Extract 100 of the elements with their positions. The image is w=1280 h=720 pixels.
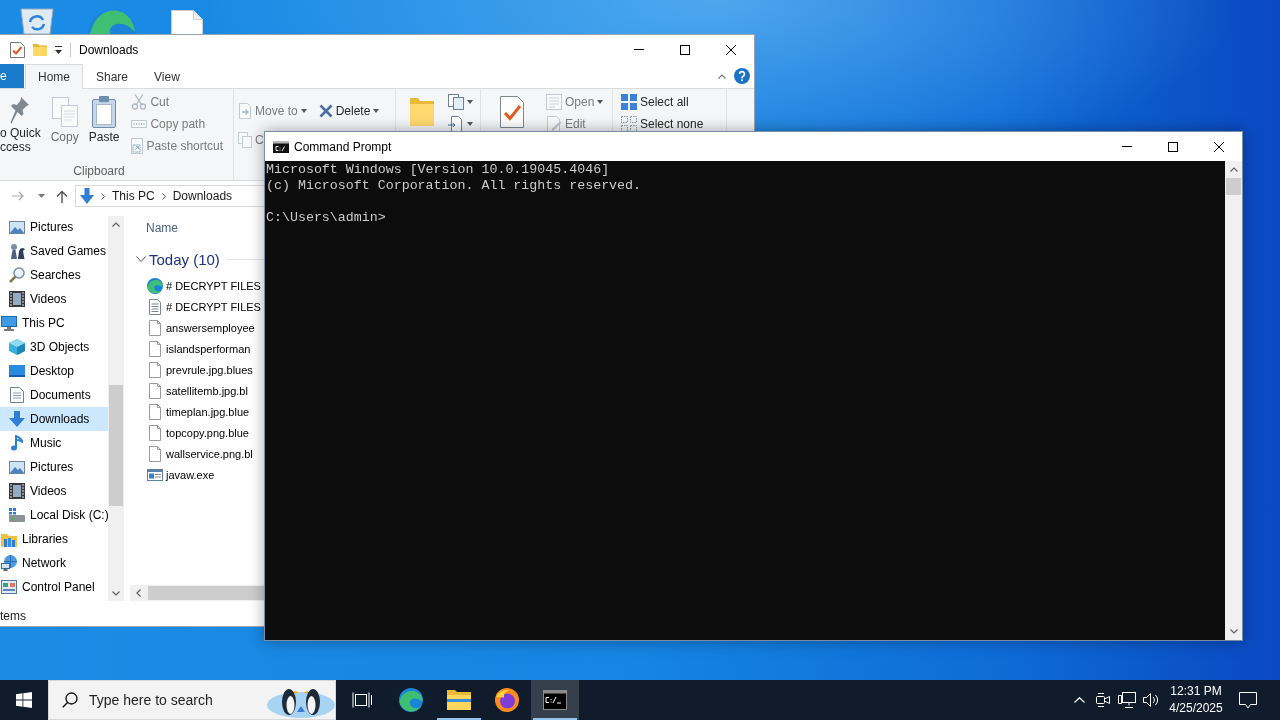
close-icon bbox=[1214, 141, 1224, 152]
music-note-icon bbox=[11, 435, 23, 451]
nav-item[interactable]: This PC bbox=[0, 311, 108, 335]
select-none-button[interactable]: Select none bbox=[619, 116, 706, 132]
up-arrow-icon[interactable] bbox=[56, 189, 68, 203]
picture-icon bbox=[9, 220, 25, 234]
scroll-thumb[interactable] bbox=[109, 385, 123, 506]
nav-item[interactable]: Saved Games bbox=[0, 239, 108, 263]
search-bar[interactable]: Type here to search bbox=[48, 680, 336, 720]
network-icon[interactable] bbox=[1118, 692, 1136, 708]
cube-icon bbox=[9, 339, 25, 355]
flame-logo-icon bbox=[495, 688, 519, 712]
game-pieces-icon bbox=[9, 243, 25, 259]
scroll-down-icon[interactable] bbox=[1229, 629, 1238, 634]
blank-page-icon bbox=[149, 424, 161, 441]
pin-button[interactable]: o Quick ccess bbox=[0, 96, 41, 154]
documents-icon bbox=[50, 96, 79, 128]
select-all-button[interactable]: Select all bbox=[619, 94, 706, 110]
nav-item[interactable]: 3D Objects bbox=[0, 335, 108, 359]
time-text: 12:31 PM bbox=[1170, 683, 1222, 700]
taskbar-button[interactable] bbox=[531, 680, 579, 720]
blank-page-icon bbox=[149, 319, 161, 336]
control-panel-icon bbox=[1, 580, 17, 594]
scroll-up-icon[interactable] bbox=[112, 221, 120, 227]
file-item[interactable]: javaw.exe bbox=[124, 464, 264, 485]
file-item[interactable]: topcopy.png.blue bbox=[124, 422, 264, 443]
dotted-bar-icon bbox=[131, 120, 148, 128]
blank-page-icon bbox=[149, 445, 161, 462]
checklist-icon[interactable] bbox=[10, 41, 25, 58]
folder-icon bbox=[447, 690, 471, 710]
breadcrumb[interactable]: This PC bbox=[112, 189, 155, 203]
file-item[interactable]: # DECRYPT FILES bbox=[124, 275, 264, 296]
paste-button[interactable]: Paste bbox=[88, 96, 120, 144]
checklist-icon[interactable] bbox=[498, 96, 526, 128]
nav-item[interactable]: Downloads bbox=[0, 407, 108, 431]
file-item[interactable]: answersemployee bbox=[124, 317, 264, 338]
address-bar[interactable]: This PC Downloads bbox=[75, 185, 264, 207]
text-document-icon bbox=[149, 298, 161, 315]
nav-item[interactable]: Music bbox=[0, 431, 108, 455]
group-label: Clipboard bbox=[72, 163, 126, 179]
scroll-thumb[interactable] bbox=[148, 586, 264, 600]
shortcut-icon bbox=[131, 138, 144, 154]
file-item[interactable]: prevrule.jpg.blues bbox=[124, 359, 264, 380]
file-item[interactable]: islandsperforman bbox=[124, 338, 264, 359]
nav-item[interactable]: Pictures bbox=[0, 215, 108, 239]
maximize-icon bbox=[680, 44, 690, 55]
nav-item[interactable]: Documents bbox=[0, 383, 108, 407]
nav-item[interactable]: Videos bbox=[0, 479, 108, 503]
camera-icon[interactable] bbox=[1096, 693, 1110, 707]
minimize-icon bbox=[634, 49, 644, 50]
file-item[interactable]: timeplan.jpg.blue bbox=[124, 401, 264, 422]
speaker-icon[interactable] bbox=[1142, 692, 1160, 708]
ribbon-tab[interactable]: Home bbox=[25, 64, 83, 89]
document-arrow-button[interactable] bbox=[446, 116, 475, 132]
clock-button[interactable]: 12:31 PM 4/25/2025 bbox=[1163, 680, 1229, 720]
breadcrumb[interactable]: Downloads bbox=[172, 189, 233, 203]
notification-icon[interactable] bbox=[1239, 691, 1257, 709]
console-prompt: C:\Users\admin> bbox=[266, 210, 386, 226]
scroll-down-icon[interactable] bbox=[112, 590, 120, 596]
file-item[interactable]: # DECRYPT FILES bbox=[124, 296, 264, 317]
help-icon[interactable] bbox=[734, 68, 750, 84]
delete-button[interactable]: Delete bbox=[318, 103, 380, 119]
library-folder-icon bbox=[1, 531, 17, 547]
caret-icon bbox=[300, 109, 307, 113]
caret-icon[interactable] bbox=[55, 45, 62, 54]
file-item[interactable]: wallservice.png.bl bbox=[124, 443, 264, 464]
clipboard-icon bbox=[90, 96, 119, 128]
nav-item[interactable]: Desktop bbox=[0, 359, 108, 383]
date-text: 4/25/2025 bbox=[1169, 700, 1223, 717]
browser-logo-icon bbox=[147, 277, 163, 294]
nav-item[interactable]: Control Panel bbox=[0, 575, 108, 599]
scroll-up-icon[interactable] bbox=[1229, 167, 1238, 172]
document-icon bbox=[10, 387, 24, 403]
caret-icon bbox=[597, 100, 604, 104]
start-logo-icon bbox=[16, 692, 32, 708]
blank-page-icon bbox=[149, 403, 161, 420]
nav-item[interactable]: Local Disk (C:) bbox=[0, 503, 108, 527]
nav-item[interactable]: Libraries bbox=[0, 527, 108, 551]
nav-item[interactable]: Pictures bbox=[0, 455, 108, 479]
download-arrow-icon bbox=[9, 411, 25, 427]
grid-icon bbox=[621, 94, 637, 110]
nav-item[interactable]: Searches bbox=[0, 263, 108, 287]
nav-item[interactable]: Network bbox=[0, 551, 108, 575]
documents-button[interactable] bbox=[446, 94, 475, 110]
film-icon bbox=[9, 291, 25, 307]
search-input[interactable]: Type here to search bbox=[89, 692, 256, 708]
file-tab[interactable]: e bbox=[0, 64, 24, 88]
group-header[interactable]: Today (10) bbox=[136, 250, 220, 268]
scroll-thumb[interactable] bbox=[1226, 178, 1241, 195]
ribbon-tab[interactable]: Share bbox=[83, 64, 142, 88]
download-arrow-icon bbox=[80, 188, 94, 204]
task-view-icon bbox=[351, 692, 372, 708]
column-header[interactable]: Name bbox=[146, 221, 178, 235]
close-icon bbox=[726, 44, 736, 55]
file-item[interactable]: satellitemb.jpg.bl bbox=[124, 380, 264, 401]
scroll-left-icon[interactable] bbox=[135, 589, 141, 597]
nav-item[interactable]: Videos bbox=[0, 287, 108, 311]
maximize-icon bbox=[1168, 141, 1178, 152]
ribbon-tab[interactable]: View bbox=[141, 64, 193, 88]
document-icon bbox=[546, 94, 562, 110]
